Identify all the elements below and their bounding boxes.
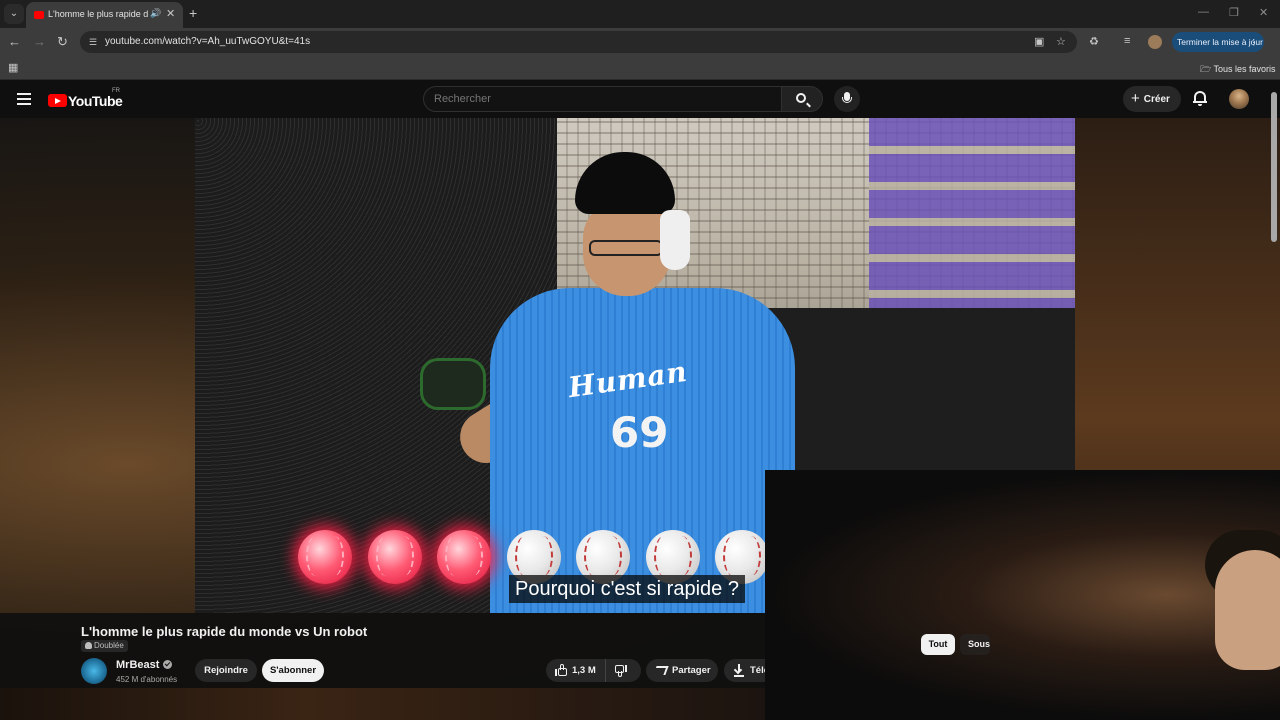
- baseball-lit-icon: [298, 530, 352, 584]
- all-bookmarks-label: Tous les favoris: [1213, 64, 1276, 74]
- share-icon: [653, 666, 669, 675]
- create-label: Créer: [1143, 94, 1170, 105]
- search-input[interactable]: [424, 87, 781, 111]
- search-box[interactable]: [423, 86, 782, 112]
- dislike-icon[interactable]: [615, 665, 627, 677]
- close-window-icon[interactable]: ✕: [1259, 6, 1268, 19]
- create-button[interactable]: + Créer: [1123, 86, 1181, 112]
- like-dislike-group: 1,3 M: [546, 659, 641, 682]
- download-label: Télécharger: [750, 665, 765, 676]
- speaker-icon[interactable]: 🔊: [150, 8, 161, 19]
- search-icon: [796, 93, 806, 103]
- download-icon: [733, 664, 744, 677]
- browser-toolbar: ← → ↻ ☰ youtube.com/watch?v=Ah_uuTwGOYU&…: [0, 28, 1280, 56]
- youtube-logo[interactable]: YouTube FR: [48, 88, 123, 110]
- share-button[interactable]: Partager: [646, 659, 718, 682]
- apps-grid-icon[interactable]: ▦: [8, 61, 18, 74]
- more-icon: ⋮: [1249, 37, 1259, 47]
- youtube-logo-text: YouTube: [68, 92, 123, 109]
- batting-glove: [420, 358, 486, 410]
- browser-tab-strip: ⌄ L'homme le plus rapide du 🔊 ✕ + — ❐ ✕: [0, 0, 1280, 28]
- tab-search-button[interactable]: ⌄: [4, 4, 24, 24]
- mic-icon: [842, 92, 852, 103]
- channel-name-text[interactable]: MrBeast: [116, 659, 159, 671]
- forward-icon[interactable]: →: [33, 34, 46, 50]
- ambient-bottom: [0, 688, 765, 720]
- tab-title: L'homme le plus rapide du: [48, 9, 148, 19]
- page-scrollbar[interactable]: [1271, 92, 1277, 242]
- minimize-icon[interactable]: —: [1198, 6, 1209, 18]
- address-bar[interactable]: ☰ youtube.com/watch?v=Ah_uuTwGOYU&t=41s …: [80, 31, 1077, 53]
- share-label: Partager: [672, 665, 711, 676]
- region-code: FR: [112, 88, 120, 94]
- verified-icon: [163, 660, 173, 669]
- tab-close-icon[interactable]: ✕: [166, 7, 175, 20]
- bell-icon[interactable]: [1193, 90, 1207, 106]
- like-count: 1,3 M: [572, 665, 596, 676]
- person-icon: [85, 642, 92, 649]
- streamer-webcam-overlay: [765, 470, 1280, 720]
- all-bookmarks-folder[interactable]: 🗁 Tous les favoris: [1200, 62, 1276, 78]
- download-button[interactable]: Télécharger: [724, 659, 765, 682]
- reload-icon[interactable]: ↻: [57, 34, 68, 50]
- like-button[interactable]: 1,3 M: [546, 659, 606, 682]
- subscriber-count: 452 M d'abonnés: [116, 675, 178, 684]
- join-button[interactable]: Rejoindre: [195, 659, 257, 682]
- back-icon[interactable]: ←: [8, 34, 21, 50]
- video-title: L'homme le plus rapide du monde vs Un ro…: [81, 624, 368, 639]
- profile-avatar[interactable]: [1148, 35, 1162, 49]
- chip-subtitles[interactable]: Sous-titres: [960, 634, 990, 655]
- batting-helmet: [575, 152, 675, 214]
- dubbed-badge: Doublée: [81, 640, 128, 652]
- menu-icon[interactable]: [17, 93, 31, 105]
- search-button[interactable]: [781, 86, 823, 112]
- bookmarks-bar: ▦ 🗁 Tous les favoris: [0, 56, 1280, 80]
- account-avatar[interactable]: [1229, 89, 1249, 109]
- plus-icon: +: [1131, 90, 1140, 107]
- folder-icon: 🗁: [1200, 64, 1212, 74]
- channel-avatar[interactable]: [81, 658, 107, 684]
- video-subtitle: Pourquoi c'est si rapide ?: [509, 575, 745, 603]
- dubbed-label: Doublée: [94, 641, 124, 650]
- jersey-number: 69: [610, 408, 669, 457]
- browser-tab[interactable]: L'homme le plus rapide du 🔊 ✕: [26, 2, 183, 28]
- subscribe-button[interactable]: S'abonner: [262, 659, 324, 682]
- extensions-icon[interactable]: ♻: [1089, 35, 1099, 48]
- youtube-play-icon: [48, 94, 67, 108]
- bookmark-star-icon[interactable]: ☆: [1056, 35, 1066, 48]
- new-tab-button[interactable]: +: [189, 5, 197, 21]
- restore-icon[interactable]: ❐: [1229, 6, 1239, 19]
- baseball-lit-icon: [367, 530, 422, 584]
- url-text[interactable]: youtube.com/watch?v=Ah_uuTwGOYU&t=41s: [105, 36, 310, 47]
- install-app-icon[interactable]: ▣: [1034, 35, 1044, 48]
- baseball-lit-icon: [437, 530, 491, 584]
- update-button[interactable]: Terminer la mise à jour ⋮: [1172, 32, 1264, 52]
- media-controls-icon[interactable]: ≡: [1124, 35, 1130, 47]
- channel-name[interactable]: MrBeast: [116, 659, 173, 671]
- youtube-masthead: YouTube FR +Créer: [0, 80, 1280, 118]
- chip-all[interactable]: Tout: [921, 634, 955, 655]
- video-info-panel: L'homme le plus rapide du monde vs Un ro…: [0, 613, 765, 688]
- like-icon: [555, 664, 567, 676]
- site-info-icon[interactable]: ☰: [86, 35, 100, 49]
- youtube-favicon-icon: [34, 11, 44, 19]
- voice-search-button[interactable]: [834, 86, 860, 112]
